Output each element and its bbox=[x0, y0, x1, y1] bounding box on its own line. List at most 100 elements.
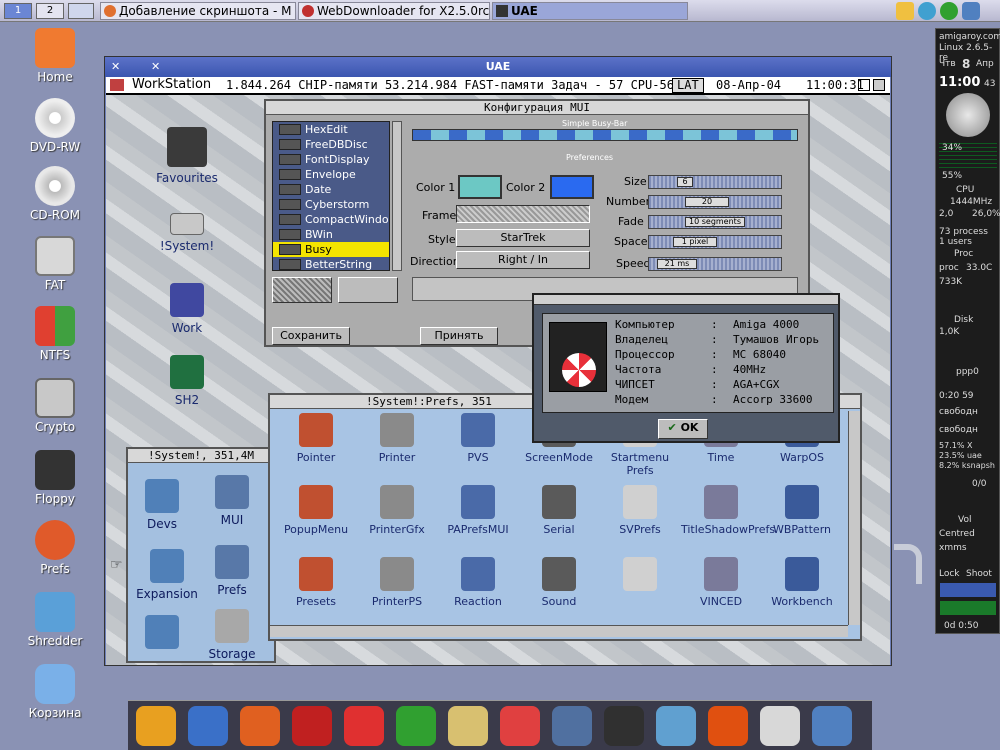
xchat-icon[interactable] bbox=[344, 706, 384, 746]
network-icon[interactable] bbox=[188, 706, 228, 746]
desktop-icon-fat[interactable]: FAT bbox=[20, 236, 90, 292]
prefs-icon-item[interactable]: Workbench bbox=[762, 557, 842, 608]
tray-eraser-icon[interactable] bbox=[896, 2, 914, 20]
tray-globe-icon[interactable] bbox=[918, 2, 936, 20]
fade-slider[interactable]: 10 segments bbox=[648, 215, 782, 229]
clock-icon[interactable] bbox=[760, 706, 800, 746]
wb-icon-sh2[interactable]: SH2 bbox=[142, 355, 232, 407]
crystal-icon[interactable] bbox=[448, 706, 488, 746]
prefs-horizontal-scrollbar[interactable] bbox=[270, 625, 848, 637]
desktop-switch-1[interactable]: 1 bbox=[4, 3, 32, 19]
prefs-icon-item[interactable]: SVPrefs bbox=[600, 485, 680, 536]
close-icon[interactable]: ✕ bbox=[111, 57, 120, 77]
desktop-icon-prefs[interactable]: Prefs bbox=[20, 520, 90, 576]
desktop-icon-cdrom[interactable]: CD-ROM bbox=[20, 166, 90, 222]
desktop-icon-ntfs[interactable]: NTFS bbox=[20, 306, 90, 362]
depth-gadget-icon[interactable] bbox=[858, 79, 870, 91]
ok-button[interactable]: ✔ OK bbox=[658, 419, 708, 439]
mui-list-item[interactable]: HexEdit bbox=[273, 122, 389, 137]
terminal-icon[interactable] bbox=[604, 706, 644, 746]
prefs-icon-item[interactable]: Printer bbox=[357, 413, 437, 464]
number-slider[interactable]: 20 bbox=[648, 195, 782, 209]
direction-cycle[interactable]: Right / In bbox=[456, 251, 590, 269]
frame-selector[interactable] bbox=[456, 205, 590, 223]
volume-label[interactable]: Vol bbox=[958, 515, 971, 525]
tray-network-icon[interactable] bbox=[962, 2, 980, 20]
mui-list-item[interactable]: CompactWindow bbox=[273, 212, 389, 227]
desktop-icon-trash[interactable]: Корзина bbox=[20, 664, 90, 720]
mui-list-item[interactable]: Cyberstorm bbox=[273, 197, 389, 212]
desktop-icon-floppy[interactable]: Floppy bbox=[20, 450, 90, 506]
amiga-ball-icon[interactable] bbox=[500, 706, 540, 746]
prefs-icon-item[interactable]: WBPattern bbox=[762, 485, 842, 536]
wb-icon-system[interactable]: !System! bbox=[142, 213, 232, 253]
prefs-icon-item[interactable]: VINCED bbox=[681, 557, 761, 608]
firefox-icon[interactable] bbox=[240, 706, 280, 746]
mui-list-item[interactable]: Envelope bbox=[273, 167, 389, 182]
task-uae[interactable]: UAE bbox=[492, 2, 688, 20]
uae-titlebar[interactable]: ✕ ✕ UAE bbox=[105, 57, 891, 77]
drawer-mui[interactable]: MUI bbox=[202, 475, 262, 527]
prefs-icon-item[interactable]: PrinterPS bbox=[357, 557, 437, 608]
mui-list-button-1[interactable] bbox=[272, 277, 332, 303]
prefs-icon-item[interactable]: PrinterGfx bbox=[357, 485, 437, 536]
mui-list-item[interactable]: BetterString bbox=[273, 257, 389, 270]
prefs-icon-item[interactable]: Sound bbox=[519, 557, 599, 608]
prefs-icon-item[interactable]: PAPrefsMUI bbox=[438, 485, 518, 536]
mui-list-item[interactable]: FontDisplay bbox=[273, 152, 389, 167]
mui-list-item[interactable]: FreeDBDisc bbox=[273, 137, 389, 152]
mui-list-item[interactable]: Busy bbox=[273, 242, 389, 257]
amiga-menu-icon[interactable] bbox=[110, 79, 124, 91]
size-slider[interactable]: 6 bbox=[648, 175, 782, 189]
mui-list-scrollbar[interactable] bbox=[392, 121, 402, 271]
save-button[interactable]: Сохранить bbox=[272, 327, 350, 345]
desktop-switch-2[interactable]: 2 bbox=[36, 3, 64, 19]
style-cycle[interactable]: StarTrek bbox=[456, 229, 590, 247]
tray-icq-icon[interactable] bbox=[940, 2, 958, 20]
drawer-storage[interactable]: Storage bbox=[202, 609, 262, 661]
kde-icon[interactable] bbox=[136, 706, 176, 746]
prefs-vertical-scrollbar[interactable] bbox=[848, 411, 860, 625]
task-browser[interactable]: Добавление скриншота - M bbox=[100, 2, 296, 20]
prefs-icon-item[interactable]: TitleShadowPrefs bbox=[681, 485, 775, 536]
fire-icon[interactable] bbox=[708, 706, 748, 746]
prefs-icon-item[interactable]: PVS bbox=[438, 413, 518, 464]
accept-button[interactable]: Принять bbox=[420, 327, 498, 345]
space-slider[interactable]: 1 pixel bbox=[648, 235, 782, 249]
mui-title[interactable]: Конфигурация MUI bbox=[266, 101, 808, 115]
mui-list-button-2[interactable] bbox=[338, 277, 398, 303]
wb-icon-work[interactable]: Work bbox=[142, 283, 232, 335]
prefs-icon-item[interactable]: Reaction bbox=[438, 557, 518, 608]
prefs-icon-item[interactable]: Serial bbox=[519, 485, 599, 536]
drawer-prefs[interactable]: Prefs bbox=[202, 545, 262, 597]
xmms-label[interactable]: xmms bbox=[939, 543, 967, 553]
system-drawer-title[interactable]: !System!, 351,4M bbox=[128, 449, 274, 463]
desktop-icon-home[interactable]: Home bbox=[20, 28, 90, 84]
show-desktop-icon[interactable] bbox=[68, 3, 94, 19]
desktop-icon-crypto[interactable]: Crypto bbox=[20, 378, 90, 434]
prefs-icon-item[interactable] bbox=[600, 557, 680, 595]
weather-icon[interactable] bbox=[656, 706, 696, 746]
mplayer-icon[interactable] bbox=[552, 706, 592, 746]
lock-button[interactable]: Lock bbox=[939, 569, 960, 579]
desktop-icon-dvd[interactable]: DVD-RW bbox=[20, 98, 90, 154]
task-webdownloader[interactable]: WebDownloader for X2.5.0rc3 bbox=[298, 2, 490, 20]
drawer-devs[interactable]: Devs bbox=[132, 479, 192, 531]
desktop-icon-shredder[interactable]: Shredder bbox=[20, 592, 90, 648]
xchat-dx-icon[interactable] bbox=[292, 706, 332, 746]
prefs-icon-item[interactable]: Presets bbox=[276, 557, 356, 608]
keyboard-layout-button[interactable]: LAT bbox=[672, 78, 704, 93]
color1-swatch[interactable] bbox=[458, 175, 502, 199]
shoot-button[interactable]: Shoot bbox=[966, 569, 992, 579]
drawer-unnamed[interactable] bbox=[132, 615, 192, 653]
icq-icon[interactable] bbox=[396, 706, 436, 746]
prefs-icon-item[interactable]: PopupMenu bbox=[276, 485, 356, 536]
screen-depth-icon[interactable] bbox=[873, 79, 885, 91]
about-titlebar[interactable] bbox=[534, 295, 838, 305]
wb-icon-favourites[interactable]: Favourites bbox=[142, 127, 232, 185]
speed-slider[interactable]: 21 ms bbox=[648, 257, 782, 271]
drawer-expansion[interactable]: Expansion bbox=[132, 549, 202, 601]
mui-list-item[interactable]: Date bbox=[273, 182, 389, 197]
mui-list-item[interactable]: BWin bbox=[273, 227, 389, 242]
prefs-icon-item[interactable]: Pointer bbox=[276, 413, 356, 464]
